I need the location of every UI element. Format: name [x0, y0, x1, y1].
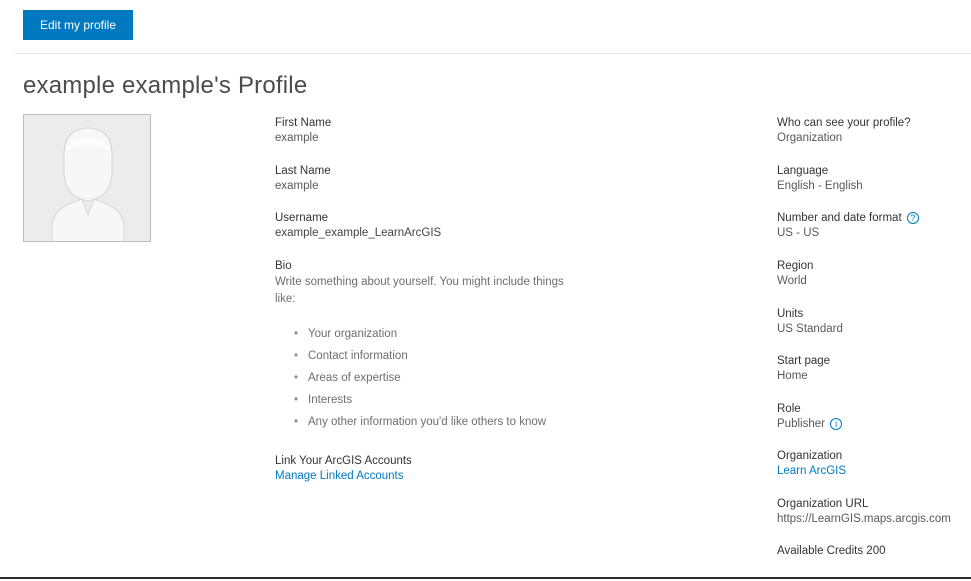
start-page-label: Start page — [777, 355, 831, 367]
linked-accounts-label: Link Your ArcGIS Accounts — [275, 455, 412, 467]
number-format-value: US - US — [777, 227, 820, 239]
first-name-value: example — [275, 132, 319, 144]
last-name-label: Last Name — [275, 165, 331, 177]
user-silhouette-icon — [24, 115, 150, 241]
organization-field: Organization Learn ArcGIS — [777, 449, 846, 479]
first-name-field: First Name example — [275, 116, 331, 146]
avatar — [23, 114, 151, 242]
username-value: example_example_LearnArcGIS — [275, 227, 442, 239]
bottom-border — [0, 577, 971, 579]
region-field: Region World — [777, 259, 813, 289]
region-label: Region — [777, 260, 814, 272]
units-field: Units US Standard — [777, 307, 843, 337]
role-label: Role — [777, 403, 801, 415]
language-label: Language — [777, 165, 829, 177]
number-format-field: Number and date format ? US - US — [777, 211, 919, 241]
info-icon[interactable]: i — [830, 418, 843, 430]
credits-field: Available Credits 200 — [777, 544, 885, 559]
header-divider — [15, 53, 971, 54]
first-name-label: First Name — [275, 117, 332, 129]
role-field: Role Publisher i — [777, 402, 843, 432]
last-name-value: example — [275, 180, 319, 192]
username-label: Username — [275, 212, 329, 224]
credits-row: Available Credits 200 — [777, 544, 885, 559]
visibility-value: Organization — [777, 132, 843, 144]
manage-linked-accounts-link[interactable]: Manage Linked Accounts — [275, 469, 412, 484]
visibility-field: Who can see your profile? Organization — [777, 116, 911, 146]
credits-value: 200 — [866, 545, 886, 557]
page-title: example example's Profile — [23, 72, 308, 99]
bio-suggestion-item: Interests — [294, 389, 575, 411]
role-value-row: Publisher i — [777, 417, 843, 432]
region-value: World — [777, 275, 807, 287]
last-name-field: Last Name example — [275, 164, 331, 194]
units-value: US Standard — [777, 323, 843, 335]
edit-profile-button[interactable]: Edit my profile — [23, 10, 133, 40]
start-page-field: Start page Home — [777, 354, 830, 384]
language-field: Language English - English — [777, 164, 863, 194]
linked-accounts-field: Link Your ArcGIS Accounts Manage Linked … — [275, 454, 412, 484]
bio-suggestion-item: Areas of expertise — [294, 367, 575, 389]
org-url-label: Organization URL — [777, 498, 869, 510]
visibility-label: Who can see your profile? — [777, 117, 911, 129]
start-page-value: Home — [777, 370, 808, 382]
language-value: English - English — [777, 180, 863, 192]
bio-suggestion-item: Your organization — [294, 323, 575, 345]
units-label: Units — [777, 308, 804, 320]
org-url-field: Organization URL https://LearnGIS.maps.a… — [777, 497, 951, 527]
organization-label: Organization — [777, 450, 843, 462]
organization-link[interactable]: Learn ArcGIS — [777, 464, 846, 479]
bio-field: Bio Write something about yourself. You … — [275, 259, 575, 433]
username-field: Username example_example_LearnArcGIS — [275, 211, 441, 241]
bio-suggestion-item: Contact information — [294, 345, 575, 367]
role-value: Publisher — [777, 418, 825, 430]
bio-suggestion-item: Any other information you'd like others … — [294, 411, 575, 433]
credits-label: Available Credits — [777, 545, 864, 557]
bio-label: Bio — [275, 260, 292, 272]
help-icon[interactable]: ? — [906, 212, 919, 224]
number-format-label-row: Number and date format ? — [777, 211, 919, 226]
bio-suggestions-list: Your organization Contact information Ar… — [275, 323, 575, 433]
org-url-value: https://LearnGIS.maps.arcgis.com — [777, 513, 951, 525]
bio-placeholder: Write something about yourself. You migh… — [275, 276, 564, 305]
number-format-label: Number and date format — [777, 212, 902, 224]
